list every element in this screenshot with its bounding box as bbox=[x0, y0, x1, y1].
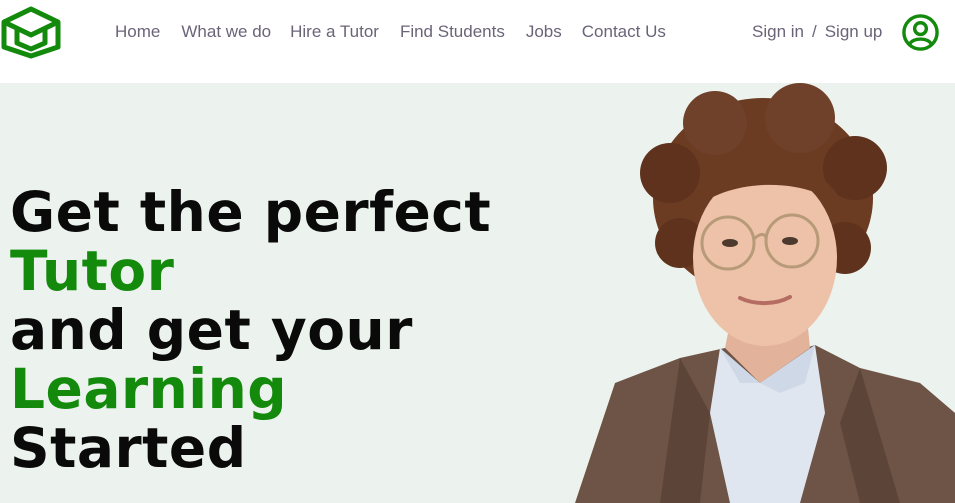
site-header: Home What we do Hire a Tutor Find Studen… bbox=[0, 0, 955, 83]
nav-what-we-do[interactable]: What we do bbox=[181, 21, 271, 43]
headline-line-3: and get your bbox=[10, 298, 413, 362]
user-circle-icon[interactable] bbox=[901, 13, 940, 52]
headline-line-4: Learning bbox=[10, 357, 288, 421]
headline-line-1: Get the perfect bbox=[10, 180, 492, 244]
nav-hire-a-tutor[interactable]: Hire a Tutor bbox=[290, 21, 379, 43]
sign-up-link[interactable]: Sign up bbox=[825, 21, 883, 43]
graduation-cap-icon[interactable] bbox=[0, 5, 62, 59]
hero-headline: Get the perfect Tutor and get your Learn… bbox=[10, 183, 491, 478]
nav-home[interactable]: Home bbox=[115, 21, 160, 43]
hero-section: Get the perfect Tutor and get your Learn… bbox=[0, 83, 955, 503]
main-nav: Home What we do Hire a Tutor Find Studen… bbox=[115, 21, 666, 43]
nav-contact-us[interactable]: Contact Us bbox=[582, 21, 666, 43]
tutor-portrait bbox=[575, 83, 955, 503]
nav-jobs[interactable]: Jobs bbox=[526, 21, 562, 43]
nav-find-students[interactable]: Find Students bbox=[400, 21, 505, 43]
auth-separator: / bbox=[811, 22, 817, 41]
headline-line-2: Tutor bbox=[10, 239, 175, 303]
auth-links: Sign in / Sign up bbox=[752, 21, 882, 43]
headline-line-5: Started bbox=[10, 416, 247, 480]
sign-in-link[interactable]: Sign in bbox=[752, 21, 804, 43]
